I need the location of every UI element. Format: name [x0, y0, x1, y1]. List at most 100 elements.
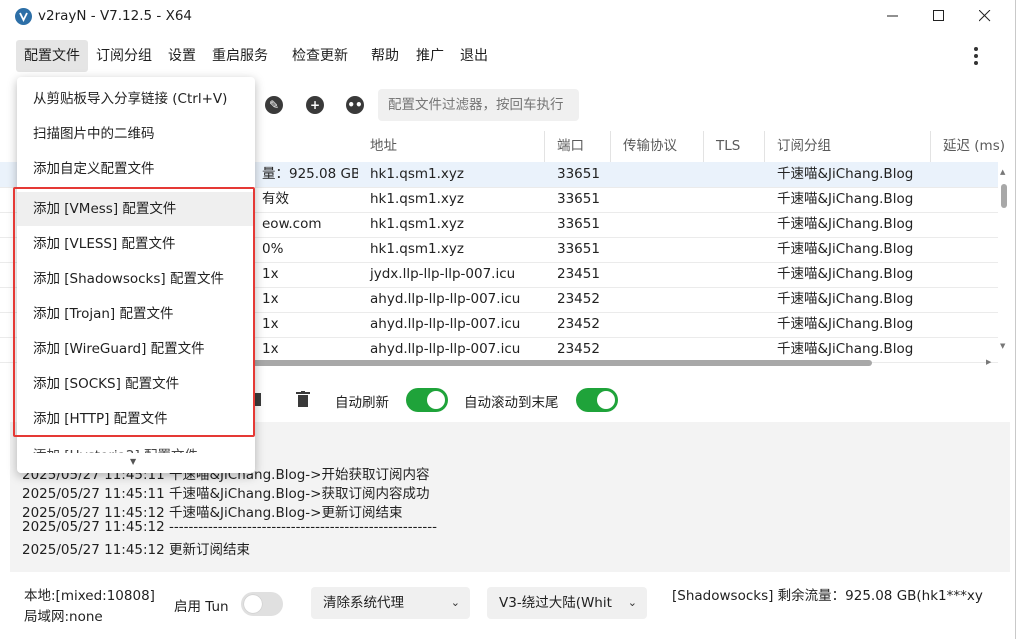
menu-check-update[interactable]: 检查更新: [284, 40, 356, 72]
cell-delay: [931, 312, 998, 337]
menu-bar: 配置文件 订阅分组 设置 重启服务 检查更新 帮助 推广 退出: [0, 40, 1016, 72]
menu-add-custom[interactable]: 添加自定义配置文件: [17, 152, 255, 186]
cell-port: 33651: [557, 241, 600, 257]
cell-delay: [931, 237, 998, 262]
menu-settings[interactable]: 设置: [160, 40, 204, 72]
cell-address: ahyd.llp-llp-llp-007.icu: [370, 291, 521, 307]
tun-toggle[interactable]: [241, 592, 283, 616]
cell-partial: 量：925.08 GB: [262, 166, 358, 182]
grid-vertical-scrollbar[interactable]: ▲ ▼: [998, 166, 1010, 366]
auto-scroll-toggle[interactable]: [576, 388, 618, 412]
cell-port: 23452: [557, 316, 600, 332]
add-icon[interactable]: +: [306, 96, 324, 114]
cell-delay: [931, 287, 998, 312]
cell-transport: [611, 162, 704, 187]
log-line: 2025/05/27 11:45:12 更新订阅结束: [22, 542, 251, 558]
menu-add-trojan[interactable]: 添加 [Trojan] 配置文件: [17, 297, 255, 331]
tun-label: 启用 Tun: [174, 599, 229, 615]
cell-transport: [611, 237, 704, 262]
scroll-down-icon[interactable]: ▼: [130, 457, 136, 466]
cell-tls: [704, 212, 765, 237]
more-options-icon[interactable]: [968, 44, 984, 68]
menu-help[interactable]: 帮助: [363, 40, 407, 72]
cell-address: ahyd.llp-llp-llp-007.icu: [370, 316, 521, 332]
cell-address: hk1.qsm1.xyz: [370, 241, 464, 257]
column-header-subscription[interactable]: 订阅分组: [765, 131, 931, 162]
cell-group: 千速喵&JiChang.Blog: [777, 241, 914, 257]
more-dots-icon[interactable]: ••: [346, 96, 364, 114]
menu-add-shadowsocks[interactable]: 添加 [Shadowsocks] 配置文件: [17, 262, 255, 296]
chevron-down-icon: ⌄: [450, 596, 460, 609]
routing-value: V3-绕过大陆(Whit: [499, 595, 612, 611]
routing-select[interactable]: V3-绕过大陆(Whit ⌄: [487, 587, 647, 619]
cell-port: 33651: [557, 216, 600, 232]
system-proxy-value: 清除系统代理: [323, 595, 404, 611]
minimize-button[interactable]: [870, 0, 916, 32]
cell-group: 千速喵&JiChang.Blog: [777, 216, 914, 232]
cell-partial: 有效: [262, 191, 289, 207]
auto-refresh-label: 自动刷新: [335, 395, 389, 411]
title-bar: v2rayN - V7.12.5 - X64: [0, 0, 1016, 34]
system-proxy-select[interactable]: 清除系统代理 ⌄: [311, 587, 470, 619]
menu-add-wireguard[interactable]: 添加 [WireGuard] 配置文件: [17, 332, 255, 366]
maximize-button[interactable]: [916, 0, 962, 32]
column-header-transport[interactable]: 传输协议: [611, 131, 704, 162]
cell-partial: 1x: [262, 266, 279, 282]
menu-add-vmess[interactable]: 添加 [VMess] 配置文件: [17, 192, 255, 226]
column-header-delay[interactable]: 延迟 (ms): [931, 131, 1010, 162]
log-line: 2025/05/27 11:45:12 千速喵&JiChang.Blog->更新…: [22, 505, 403, 521]
cell-group: 千速喵&JiChang.Blog: [777, 291, 914, 307]
cell-partial: eow.com: [262, 216, 322, 232]
cell-transport: [611, 287, 704, 312]
filter-input[interactable]: [378, 89, 579, 121]
cell-port: 33651: [557, 166, 600, 182]
column-header-port[interactable]: 端口: [545, 131, 611, 162]
cell-tls: [704, 187, 765, 212]
cell-group: 千速喵&JiChang.Blog: [777, 166, 914, 182]
window-title: v2rayN - V7.12.5 - X64: [38, 8, 192, 24]
menu-subscription[interactable]: 订阅分组: [88, 40, 160, 72]
app-window: v2rayN - V7.12.5 - X64 配置文件 订阅分组 设置 重启服务…: [0, 0, 1016, 639]
column-header-address[interactable]: 地址: [358, 131, 545, 162]
cell-partial: 0%: [262, 241, 284, 257]
v2rayn-logo-icon: [15, 8, 32, 25]
log-line: 2025/05/27 11:45:11 千速喵&JiChang.Blog->获取…: [22, 486, 430, 502]
cell-transport: [611, 262, 704, 287]
edit-icon[interactable]: ✎: [265, 96, 283, 114]
column-header-tls[interactable]: TLS: [704, 131, 765, 162]
cell-delay: [931, 162, 998, 187]
menu-scan-qr[interactable]: 扫描图片中的二维码: [17, 117, 255, 151]
profiles-dropdown-menu: 从剪贴板导入分享链接 (Ctrl+V) 扫描图片中的二维码 添加自定义配置文件 …: [17, 77, 255, 473]
cell-port: 33651: [557, 191, 600, 207]
menu-add-http[interactable]: 添加 [HTTP] 配置文件: [17, 402, 255, 436]
cell-transport: [611, 212, 704, 237]
lan-status: 局域网:none: [24, 609, 103, 625]
menu-restart-service[interactable]: 重启服务: [204, 40, 276, 72]
local-port-status: 本地:[mixed:10808]: [24, 588, 155, 604]
trash-icon[interactable]: [296, 391, 310, 408]
menu-add-vless[interactable]: 添加 [VLESS] 配置文件: [17, 227, 255, 261]
cell-tls: [704, 237, 765, 262]
cell-tls: [704, 262, 765, 287]
menu-promotion[interactable]: 推广: [408, 40, 452, 72]
cell-address: jydx.llp-llp-llp-007.icu: [370, 266, 516, 282]
cell-delay: [931, 262, 998, 287]
auto-refresh-toggle[interactable]: [406, 388, 448, 412]
cell-tls: [704, 312, 765, 337]
cell-port: 23451: [557, 266, 600, 282]
close-button[interactable]: [962, 0, 1008, 32]
cell-address: hk1.qsm1.xyz: [370, 166, 464, 182]
cell-group: 千速喵&JiChang.Blog: [777, 266, 914, 282]
cell-delay: [931, 187, 998, 212]
menu-add-socks[interactable]: 添加 [SOCKS] 配置文件: [17, 367, 255, 401]
cell-group: 千速喵&JiChang.Blog: [777, 316, 914, 332]
minimize-icon: [887, 15, 898, 17]
menu-import-clipboard[interactable]: 从剪贴板导入分享链接 (Ctrl+V): [17, 82, 255, 116]
cell-tls: [704, 287, 765, 312]
cell-group: 千速喵&JiChang.Blog: [777, 191, 914, 207]
cell-partial: 1x: [262, 316, 279, 332]
menu-exit[interactable]: 退出: [452, 40, 496, 72]
menu-profiles[interactable]: 配置文件: [16, 40, 88, 72]
close-icon: [979, 10, 991, 22]
menu-add-hysteria2[interactable]: 添加 [Hysteria2] 配置文件: [17, 439, 255, 453]
